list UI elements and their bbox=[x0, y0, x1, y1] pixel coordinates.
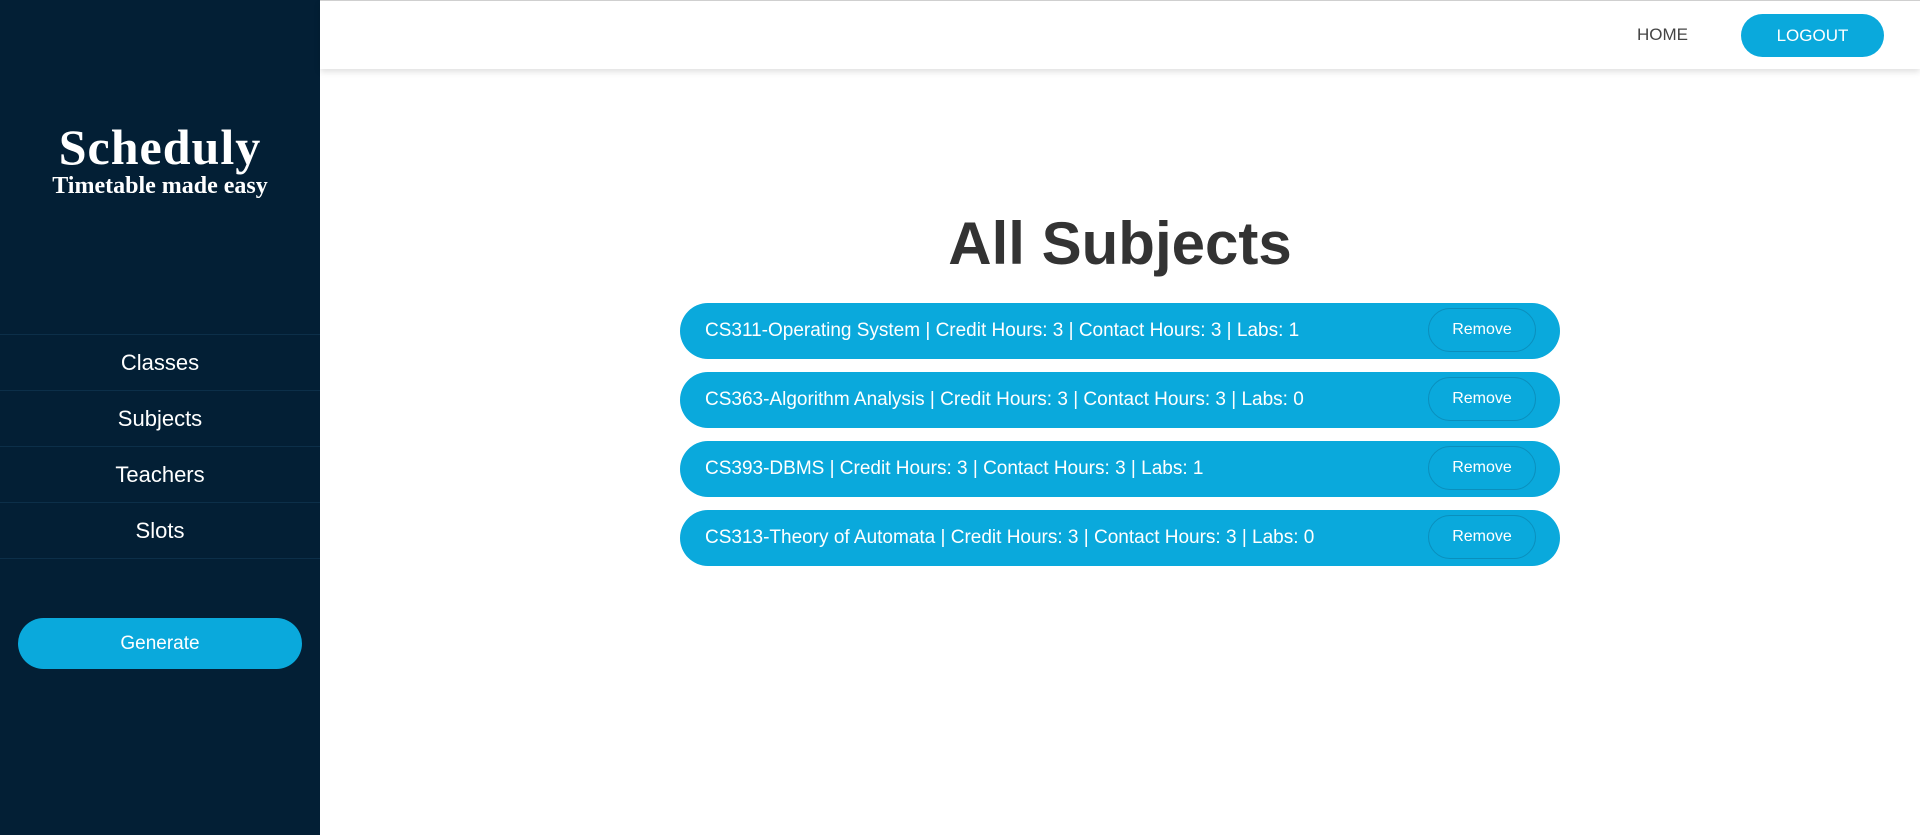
remove-button[interactable]: Remove bbox=[1428, 377, 1536, 421]
subject-text: CS311-Operating System | Credit Hours: 3… bbox=[705, 320, 1300, 341]
brand-name: Scheduly bbox=[58, 119, 262, 175]
generate-button[interactable]: Generate bbox=[18, 618, 302, 669]
remove-button[interactable]: Remove bbox=[1428, 308, 1536, 352]
subject-row: CS393-DBMS | Credit Hours: 3 | Contact H… bbox=[680, 441, 1560, 497]
remove-button[interactable]: Remove bbox=[1428, 515, 1536, 559]
subject-text: CS313-Theory of Automata | Credit Hours:… bbox=[705, 527, 1315, 548]
brand-tagline: Timetable made easy bbox=[52, 173, 268, 199]
sidebar-item-slots[interactable]: Slots bbox=[0, 503, 320, 559]
logout-button[interactable]: LOGOUT bbox=[1741, 14, 1884, 57]
sidebar-item-classes[interactable]: Classes bbox=[0, 335, 320, 391]
app-root: Scheduly Timetable made easy Classes Sub… bbox=[0, 0, 1920, 835]
page-title: All Subjects bbox=[948, 210, 1292, 277]
sidebar-item-teachers[interactable]: Teachers bbox=[0, 447, 320, 503]
subject-row: CS363-Algorithm Analysis | Credit Hours:… bbox=[680, 372, 1560, 428]
sidebar-item-subjects[interactable]: Subjects bbox=[0, 391, 320, 447]
subject-row: CS311-Operating System | Credit Hours: 3… bbox=[680, 303, 1560, 359]
subject-list: CS311-Operating System | Credit Hours: 3… bbox=[680, 303, 1560, 579]
subject-text: CS393-DBMS | Credit Hours: 3 | Contact H… bbox=[705, 458, 1204, 479]
home-link[interactable]: HOME bbox=[1637, 24, 1688, 46]
brand: Scheduly Timetable made easy bbox=[0, 118, 320, 200]
top-bar: HOME LOGOUT bbox=[320, 0, 1920, 69]
subject-row: CS313-Theory of Automata | Credit Hours:… bbox=[680, 510, 1560, 566]
remove-button[interactable]: Remove bbox=[1428, 446, 1536, 490]
subject-text: CS363-Algorithm Analysis | Credit Hours:… bbox=[705, 389, 1304, 410]
sidebar: Scheduly Timetable made easy Classes Sub… bbox=[0, 0, 320, 835]
sidebar-nav: Classes Subjects Teachers Slots bbox=[0, 334, 320, 559]
